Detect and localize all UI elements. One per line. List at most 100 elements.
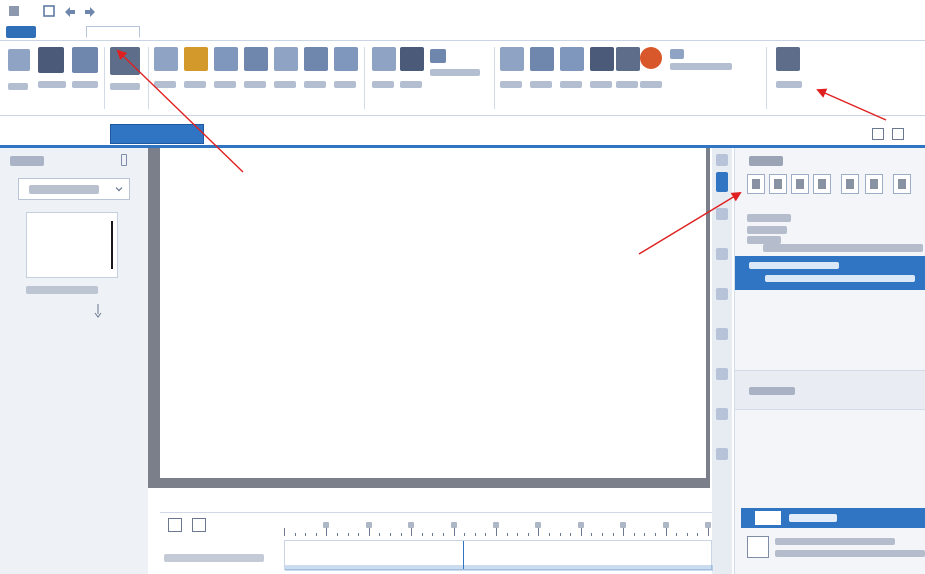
app-menu-icon[interactable] [8,4,24,18]
ruler-tick [570,533,572,536]
tab-5[interactable] [250,26,320,38]
document-tab-active[interactable] [110,124,204,144]
layer-tool-button[interactable] [893,174,911,194]
ruler-tick [379,533,381,536]
page-thumbnail[interactable] [26,212,118,278]
ruler-tick [432,533,434,536]
layer-tool-button[interactable] [841,174,859,194]
layer-tool-button[interactable] [813,174,831,194]
tab-8[interactable] [432,26,460,38]
pages-panel [0,148,148,574]
timeline-track[interactable] [284,540,713,571]
zoom-label [680,494,708,508]
undo-icon[interactable] [62,4,78,18]
vertical-toolbar [712,148,732,574]
layer-tool-button[interactable] [769,174,787,194]
ruler-number [577,522,584,528]
ruler-tick [358,533,360,536]
ruler-tick [686,533,688,536]
ruler-number [323,522,330,528]
toolbar-button[interactable] [716,368,728,380]
ruler-tick [464,533,466,536]
tab-timeline-1[interactable] [164,494,212,508]
ruler-tick [602,533,603,536]
ribbon [0,40,925,116]
layer-item[interactable] [763,244,923,252]
library-swatch [755,511,781,525]
ruler-tick [443,533,444,536]
properties-section [735,370,925,410]
chevron-down-icon [115,184,123,192]
tab-file[interactable] [6,26,36,38]
ruler-tick [506,533,508,536]
ruler-tick [284,528,285,536]
library-item-icon [747,536,769,558]
settings-icon[interactable] [872,128,884,140]
layers-toolbar [747,174,917,196]
toolbar-button[interactable] [716,208,728,220]
toolbar-button[interactable] [716,154,728,166]
layer-tool-button[interactable] [791,174,809,194]
layer-item[interactable] [747,226,787,234]
layer-item-selected[interactable] [735,256,925,290]
pages-dropdown[interactable] [18,178,130,200]
layer-item[interactable] [747,236,781,244]
toolbar-button-selected[interactable] [716,172,728,192]
layer-tool-button[interactable] [865,174,883,194]
tab-7[interactable] [392,26,422,38]
design-canvas[interactable] [160,148,706,478]
toolbar-button[interactable] [716,448,728,460]
ruler-tick [517,533,519,536]
tab-timeline-3[interactable] [280,494,322,508]
tab-4[interactable] [200,26,242,38]
document-tab[interactable] [18,124,102,144]
ruler-tick [347,533,349,536]
layer-tool-button[interactable] [747,174,765,194]
tab-6[interactable] [330,26,382,38]
timeline-panel [160,488,713,574]
toolbar-button[interactable] [716,288,728,300]
tab-1[interactable] [42,26,78,38]
thumbnail-selection-mark [111,221,113,269]
ruler-tick [549,533,550,536]
pages-dropdown-value [29,185,99,194]
tab-2[interactable] [86,26,140,38]
document-tabs [0,118,925,148]
library-item[interactable] [747,536,925,562]
save-icon[interactable] [42,4,58,18]
tab-timeline-2[interactable] [226,494,272,508]
layers-panel [734,148,925,574]
timeline-tool-icon[interactable] [192,518,206,532]
timeline-tool-icon[interactable] [168,518,182,532]
divider [160,512,712,513]
anchor-icon [94,304,102,318]
timeline-ruler [284,522,712,536]
layer-item[interactable] [747,214,791,222]
ruler-tick [453,528,455,536]
ruler-tick [708,528,709,536]
title-bar [0,0,925,24]
help-icon[interactable] [892,128,904,140]
ruler-tick [633,533,635,536]
ruler-tick [315,533,317,536]
ruler-tick [665,528,667,536]
ruler-number [620,522,627,528]
redo-icon[interactable] [82,4,98,18]
library-header[interactable] [741,508,925,528]
properties-section-label [749,387,795,395]
ruler-tick [580,528,582,536]
ruler-tick [655,533,656,536]
toolbar-button[interactable] [716,408,728,420]
ruler-tick [368,528,370,536]
toolbar-button[interactable] [716,328,728,340]
library-header-label [789,514,837,522]
ruler-tick [697,533,699,536]
ruler-tick [390,533,391,536]
toolbar-button[interactable] [716,248,728,260]
ruler-number [662,522,669,528]
tab-3[interactable] [150,26,190,38]
ruler-tick [612,533,614,536]
ruler-tick [400,533,402,536]
timeline-layer-row[interactable] [164,554,264,562]
pin-icon[interactable] [121,154,127,166]
